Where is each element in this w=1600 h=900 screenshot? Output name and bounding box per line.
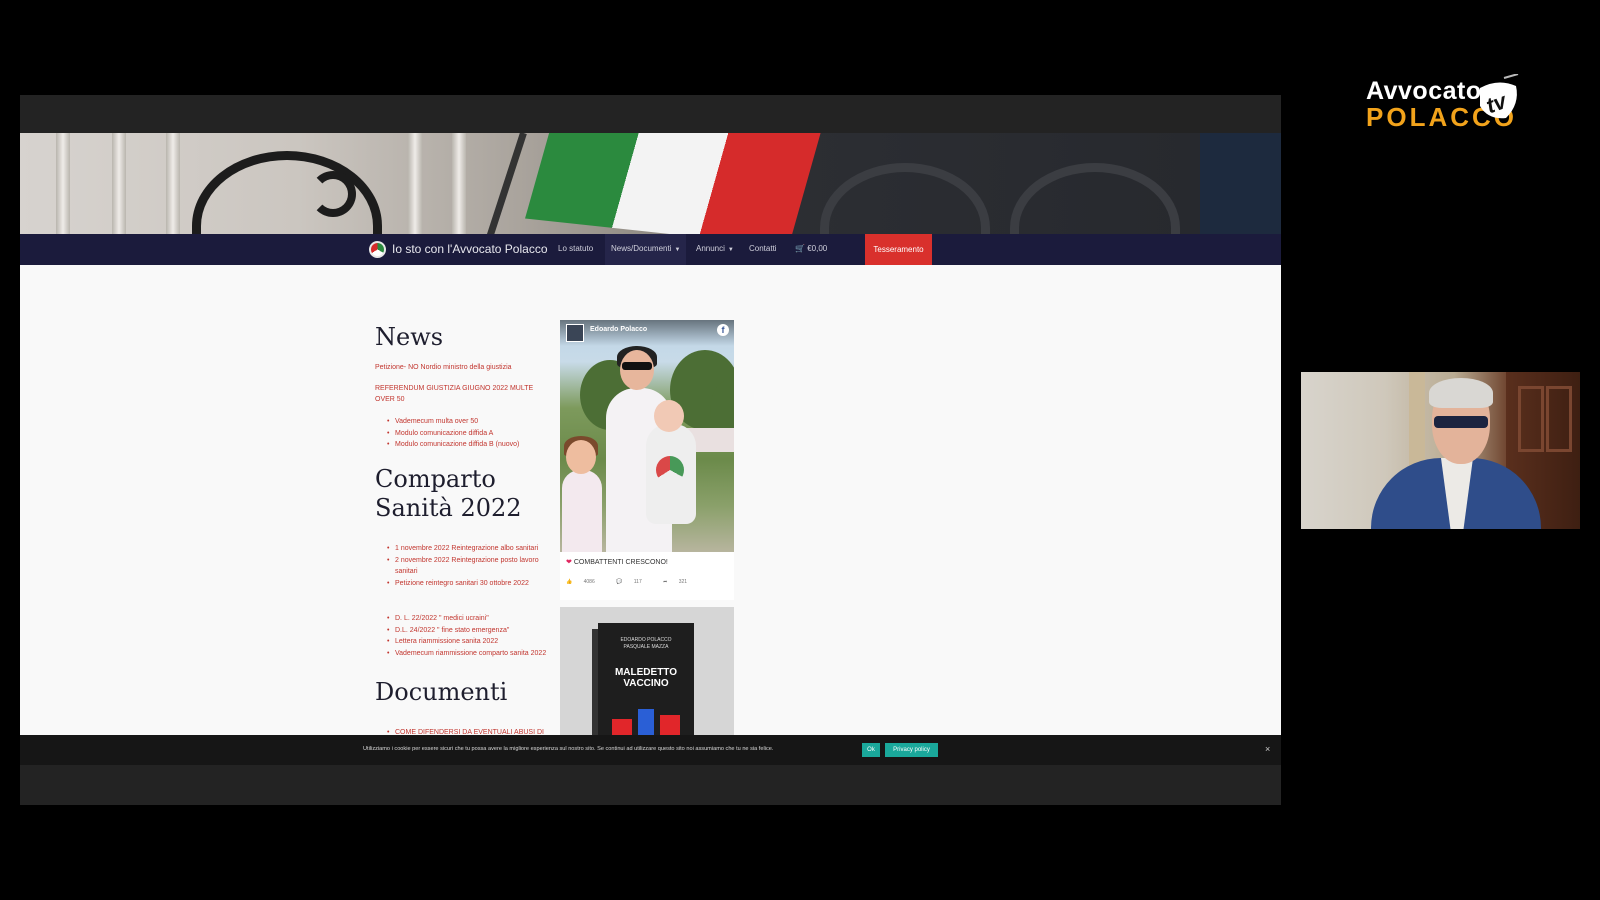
privacy-policy-button[interactable]: Privacy policy: [885, 743, 938, 757]
news-heading: News: [375, 323, 444, 351]
nav-news-documenti[interactable]: News/Documenti ▼: [605, 234, 687, 265]
shares-count[interactable]: ➦ 321: [663, 579, 697, 585]
likes-count[interactable]: 👍 4086: [566, 579, 605, 585]
cookie-ok-button[interactable]: Ok: [862, 743, 880, 757]
site-logo-icon[interactable]: [369, 241, 386, 258]
close-icon[interactable]: ×: [1265, 744, 1270, 754]
sanita-heading-line-2: Sanità 2022: [375, 494, 522, 522]
book-title: MALEDETTO VACCINO: [614, 667, 678, 689]
chevron-down-icon: ▼: [674, 247, 681, 253]
cart-icon: 🛒: [795, 244, 805, 253]
documenti-heading: Documenti: [375, 678, 508, 706]
shared-screen: Io sto con l'Avvocato Polacco Lo statuto…: [20, 95, 1281, 805]
share-icon: ➦: [663, 579, 668, 585]
cookie-consent-text: Utilizziamo i cookie per essere sicuri c…: [363, 746, 774, 752]
list-item[interactable]: 2 novembre 2022 Reintegrazione posto lav…: [387, 555, 553, 578]
facebook-author-name[interactable]: Edoardo Polacco: [590, 326, 647, 333]
glasses: [1434, 416, 1488, 428]
link-referendum-giustizia[interactable]: REFERENDUM GIUSTIZIA GIUGNO 2022 MULTE O…: [375, 383, 551, 405]
book-cover[interactable]: EDOARDO POLACCO PASQUALE MAZZA MALEDETTO…: [598, 623, 694, 735]
caption-text: COMBATTENTI CRESCONO!: [573, 559, 668, 566]
documenti-list: COME DIFENDERSI DA EVENTUALI ABUSI DI: [387, 727, 553, 735]
link-petizione-nordio[interactable]: Petizione- NO Nordio ministro della gius…: [375, 362, 551, 373]
list-item[interactable]: Vademecum multa over 50: [387, 416, 553, 428]
facebook-post-caption: ❤ COMBATTENTI CRESCONO!: [566, 558, 668, 566]
avvocato-polacco-tv-logo: Avvocato POLACCO tv: [1366, 62, 1556, 142]
cookie-consent-bar: Utilizziamo i cookie per essere sicuri c…: [20, 735, 1281, 765]
header-hero-image: [20, 133, 1281, 234]
browser-bottom-bar: [20, 765, 1281, 805]
comment-icon: 💬: [616, 579, 623, 585]
sanita-heading: Comparto Sanità 2022: [375, 465, 522, 523]
italian-flag: [525, 133, 825, 234]
nav-contatti[interactable]: Contatti: [749, 244, 777, 253]
tv-logo-icon: tv: [1480, 74, 1519, 118]
list-item[interactable]: COME DIFENDERSI DA EVENTUALI ABUSI DI: [387, 727, 553, 735]
comments-count[interactable]: 💬 117: [616, 579, 652, 585]
list-item[interactable]: Lettera riammissione sanita 2022: [387, 636, 553, 648]
chevron-down-icon: ▼: [727, 247, 734, 253]
nav-annunci[interactable]: Annunci ▼: [696, 244, 734, 253]
book-promo-card[interactable]: EDOARDO POLACCO PASQUALE MAZZA MALEDETTO…: [560, 607, 734, 735]
heart-icon: ❤: [566, 559, 572, 566]
nav-annunci-label: Annunci: [696, 244, 725, 253]
webcam-feed: [1301, 372, 1580, 529]
list-item[interactable]: Modulo comunicazione diffida B (nuovo): [387, 439, 553, 451]
site-name-link[interactable]: Io sto con l'Avvocato Polacco: [392, 242, 548, 256]
browser-top-bar: [20, 95, 1281, 133]
facebook-post-stats: 👍 4086 💬 117 ➦ 321: [566, 579, 707, 585]
nav-news-documenti-label: News/Documenti: [611, 244, 672, 253]
list-item[interactable]: Vademecum riammissione comparto sanita 2…: [387, 648, 553, 660]
list-item[interactable]: Petizione reintegro sanitari 30 ottobre …: [387, 578, 553, 590]
sanita-list-b: D. L. 22/2022 " medici ucraini" D.L. 24/…: [387, 613, 553, 659]
book-authors: EDOARDO POLACCO PASQUALE MAZZA: [620, 637, 672, 650]
avatar[interactable]: [566, 324, 584, 342]
cart-total: €0,00: [807, 244, 828, 253]
nav-cart[interactable]: 🛒 €0,00: [795, 244, 827, 253]
sanita-list-a: 1 novembre 2022 Reintegrazione albo sani…: [387, 543, 553, 589]
facebook-post-card[interactable]: mamy Edoardo Polacco f ❤COMBATTENTI CRES…: [560, 320, 734, 600]
page-content: News Petizione- NO Nordio ministro della…: [20, 265, 1281, 735]
facebook-post-header: [560, 320, 734, 346]
facebook-post-photo[interactable]: mamy: [560, 320, 734, 552]
tesseramento-button[interactable]: Tesseramento: [865, 234, 932, 265]
like-icon: 👍: [566, 579, 573, 585]
sanita-heading-line-1: Comparto: [375, 465, 496, 493]
news-list: Vademecum multa over 50 Modulo comunicaz…: [387, 416, 553, 451]
list-item[interactable]: D. L. 22/2022 " medici ucraini": [387, 613, 553, 625]
facebook-icon[interactable]: f: [717, 324, 729, 336]
list-item[interactable]: 1 novembre 2022 Reintegrazione albo sani…: [387, 543, 553, 555]
list-item[interactable]: Modulo comunicazione diffida A: [387, 428, 553, 440]
list-item[interactable]: D.L. 24/2022 " fine stato emergenza": [387, 625, 553, 637]
nav-lo-statuto[interactable]: Lo statuto: [558, 244, 593, 253]
site-navbar: Io sto con l'Avvocato Polacco Lo statuto…: [20, 234, 1281, 265]
